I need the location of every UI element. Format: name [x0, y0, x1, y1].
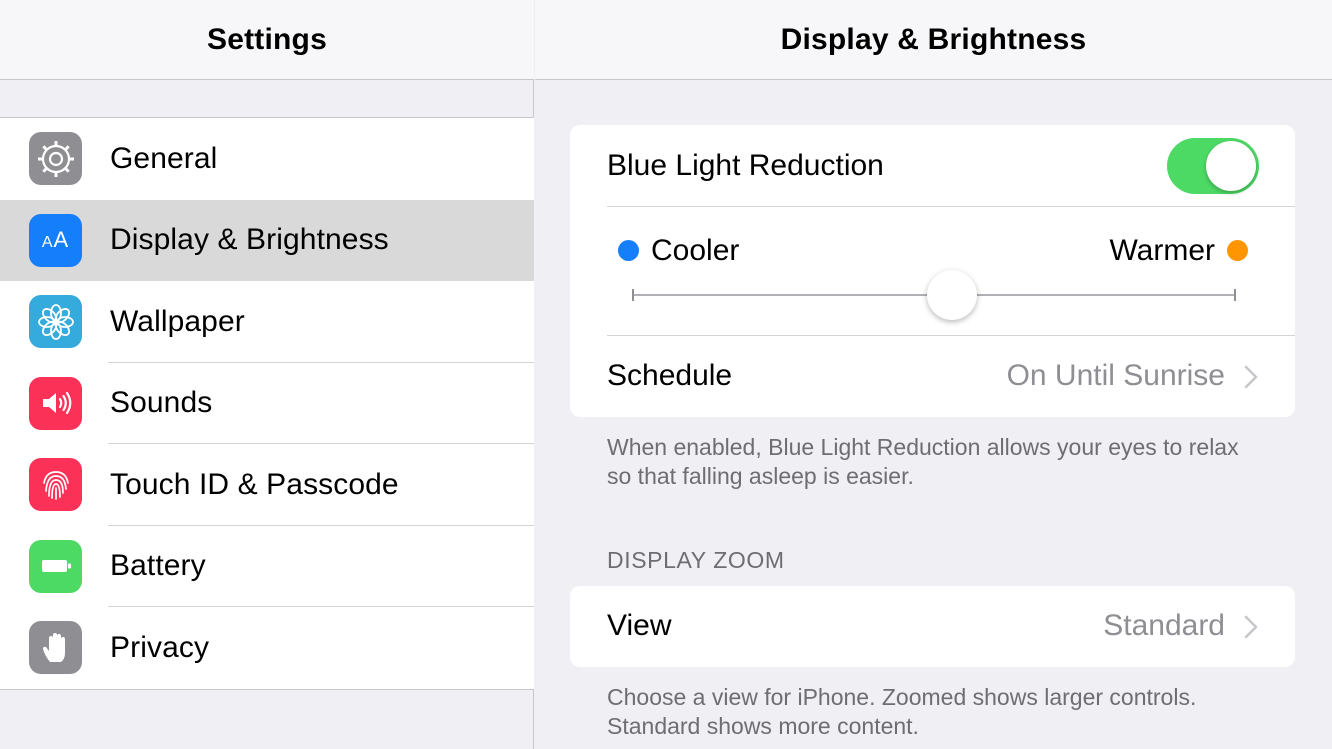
sidebar-item-privacy[interactable]: Privacy	[0, 607, 534, 689]
detail-navbar: Display & Brightness	[535, 0, 1332, 80]
blue-light-group: Blue Light Reduction Cooler Warmer Sched…	[570, 125, 1295, 417]
cooler-dot-icon	[618, 240, 639, 261]
sidebar-item-label: Display & Brightness	[110, 223, 389, 257]
sidebar-item-label: General	[110, 141, 218, 175]
schedule-value: On Until Sunrise	[1006, 359, 1225, 392]
view-row[interactable]: View Standard	[570, 586, 1295, 667]
warmer-label: Warmer	[1109, 234, 1215, 267]
chevron-right-icon	[1244, 365, 1258, 389]
display-zoom-footer: Choose a view for iPhone. Zoomed shows l…	[607, 684, 1197, 739]
sidebar-navbar: Settings	[0, 0, 534, 80]
sidebar-item-wallpaper[interactable]: Wallpaper	[0, 281, 534, 363]
sidebar-title: Settings	[207, 22, 327, 56]
flower-icon	[29, 295, 82, 349]
color-temperature-row: Cooler Warmer	[570, 207, 1295, 335]
text-size-icon: AA	[29, 213, 82, 267]
toggle-knob	[1206, 141, 1256, 191]
cooler-label: Cooler	[651, 234, 740, 267]
sidebar-item-touch-id[interactable]: Touch ID & Passcode	[0, 444, 534, 526]
sidebar-item-label: Wallpaper	[110, 304, 245, 338]
settings-list: General AA Display & Brightness Wallpape…	[0, 117, 534, 690]
temperature-slider-thumb[interactable]	[927, 270, 978, 320]
warmer-dot-icon	[1227, 240, 1248, 261]
blue-light-toggle[interactable]	[1167, 138, 1259, 194]
sidebar-item-sounds[interactable]: Sounds	[0, 363, 534, 444]
display-zoom-group: View Standard	[570, 586, 1295, 667]
sidebar-item-label: Battery	[110, 549, 206, 583]
schedule-row[interactable]: Schedule On Until Sunrise	[570, 336, 1295, 417]
battery-icon	[29, 539, 82, 593]
hand-icon	[29, 621, 82, 675]
view-value: Standard	[1103, 609, 1225, 642]
blue-light-row: Blue Light Reduction	[570, 125, 1295, 207]
display-zoom-header: DISPLAY ZOOM	[607, 547, 785, 573]
sidebar-item-label: Privacy	[110, 630, 210, 664]
sidebar-item-battery[interactable]: Battery	[0, 526, 534, 607]
sidebar-item-label: Sounds	[110, 386, 213, 420]
sidebar-item-general[interactable]: General	[0, 118, 534, 200]
schedule-label: Schedule	[607, 359, 733, 392]
page-title: Display & Brightness	[780, 22, 1087, 56]
slider-min-tick	[632, 289, 634, 301]
fingerprint-icon	[29, 458, 82, 512]
view-label: View	[607, 609, 672, 642]
slider-max-tick	[1234, 289, 1236, 301]
detail-pane: Display & Brightness Blue Light Reductio…	[535, 0, 1332, 749]
chevron-right-icon	[1244, 615, 1258, 639]
blue-light-label: Blue Light Reduction	[607, 149, 884, 182]
sidebar-item-label: Touch ID & Passcode	[110, 467, 399, 501]
gear-icon	[29, 132, 82, 186]
speaker-icon	[29, 376, 82, 430]
blue-light-footer: When enabled, Blue Light Reduction allow…	[607, 434, 1239, 489]
sidebar-item-display-brightness[interactable]: AA Display & Brightness	[0, 199, 534, 281]
settings-sidebar: Settings General AA Display & Brightness…	[0, 0, 534, 749]
